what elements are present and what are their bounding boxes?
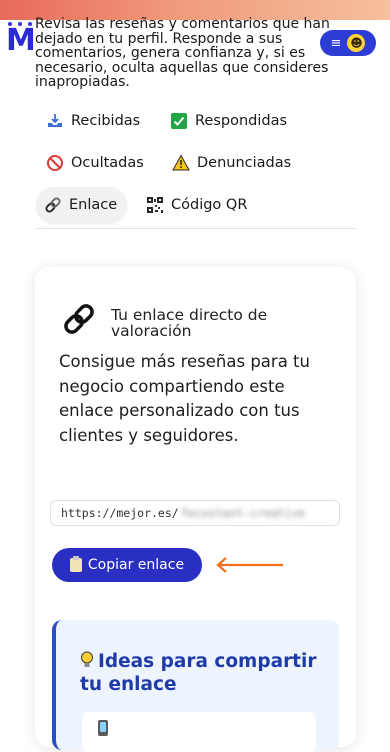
warning-icon <box>172 154 190 172</box>
share-ideas-title-text: Ideas para compartir tu enlace <box>80 651 317 695</box>
share-ideas-box: Ideas para compartir tu enlace <box>52 620 339 752</box>
check-mark-icon <box>170 112 188 130</box>
share-idea-item <box>82 712 316 752</box>
share-ideas-title: Ideas para compartir tu enlace <box>80 650 320 696</box>
brand-logo[interactable]: M <box>6 20 36 60</box>
tab-label: Ocultadas <box>71 155 144 171</box>
mobile-phone-icon <box>98 720 108 736</box>
link-icon <box>44 196 62 214</box>
intro-text: Revisa las reseñas y comentarios que han… <box>35 16 330 90</box>
qr-code-icon <box>146 196 164 214</box>
link-url-blurred: fecostant-creative <box>180 506 306 520</box>
tab-enlace[interactable]: Enlace <box>36 187 128 223</box>
link-url-prefix: https://mejor.es/ <box>61 506 179 520</box>
tab-recibidas[interactable]: Recibidas <box>46 112 140 130</box>
tab-label: Código QR <box>171 197 248 213</box>
prohibited-icon <box>46 154 64 172</box>
link-card-header: Tu enlace directo de valoración <box>61 304 291 340</box>
tab-label: Respondidas <box>195 113 288 129</box>
tab-label: Recibidas <box>71 113 141 129</box>
tab-respondidas[interactable]: Respondidas <box>170 112 287 130</box>
copy-link-label: Copiar enlace <box>87 557 185 573</box>
tab-denunciadas[interactable]: Denunciadas <box>172 154 291 172</box>
clipboard-icon <box>69 556 82 572</box>
link-card-description: Consigue más reseñas para tu negocio com… <box>59 352 310 445</box>
smiley-face-icon: ☻ <box>347 34 366 52</box>
review-link-field[interactable]: https://mejor.es/fecostant-creative <box>50 500 340 526</box>
tab-ocultadas[interactable]: Ocultadas <box>46 154 144 172</box>
copy-link-button[interactable]: Copiar enlace <box>52 548 202 582</box>
link-card: Tu enlace directo de valoración Consigue… <box>35 267 356 752</box>
tab-label: Enlace <box>69 197 118 213</box>
tab-codigo-qr[interactable]: Código QR <box>146 196 247 214</box>
logo-letter: M <box>6 23 36 58</box>
light-bulb-icon <box>80 651 94 669</box>
inbox-tray-icon <box>46 112 64 130</box>
menu-button[interactable]: ≡ ☻ <box>320 30 376 56</box>
tabs-divider <box>36 228 356 229</box>
arrow-left-icon <box>216 557 283 573</box>
tab-label: Denunciadas <box>197 155 292 171</box>
hamburger-icon: ≡ <box>330 35 342 51</box>
link-icon <box>61 301 97 337</box>
link-card-title: Tu enlace directo de valoración <box>111 306 268 340</box>
